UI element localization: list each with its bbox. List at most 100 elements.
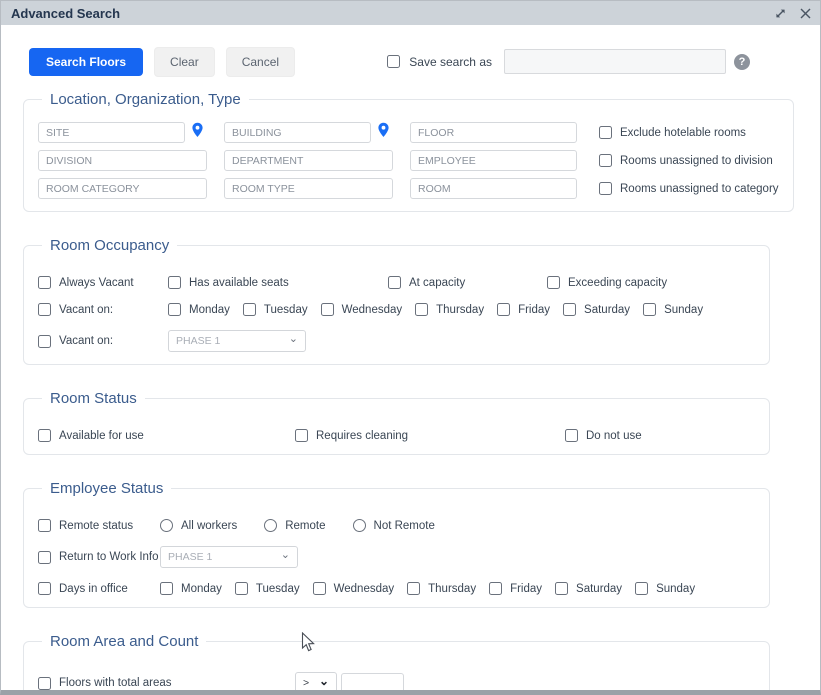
- vacant-wednesday-checkbox[interactable]: Wednesday: [321, 303, 403, 316]
- vacant-phase-select[interactable]: PHASE 1 ⌄: [168, 330, 306, 352]
- has-available-seats-checkbox[interactable]: Has available seats: [168, 276, 388, 289]
- checkbox-icon[interactable]: [643, 303, 656, 316]
- employee-input[interactable]: [410, 150, 577, 171]
- chevron-down-icon: ⌄: [319, 675, 329, 687]
- office-friday-checkbox[interactable]: Friday: [489, 582, 542, 595]
- available-for-use-checkbox[interactable]: Available for use: [38, 429, 295, 442]
- toolbar: Search Floors Clear Cancel Save search a…: [29, 48, 750, 75]
- radio-icon[interactable]: [264, 519, 277, 532]
- vacant-saturday-checkbox[interactable]: Saturday: [563, 303, 630, 316]
- checkbox-icon[interactable]: [565, 429, 578, 442]
- location-pin-icon[interactable]: [377, 122, 390, 143]
- checkbox-icon[interactable]: [497, 303, 510, 316]
- checkbox-icon[interactable]: [38, 276, 51, 289]
- close-icon[interactable]: [799, 7, 812, 20]
- checkbox-icon[interactable]: [38, 582, 51, 595]
- checkbox-icon[interactable]: [38, 429, 51, 442]
- remote-radio[interactable]: Remote: [264, 519, 325, 532]
- checkbox-icon[interactable]: [38, 303, 51, 316]
- checkbox-icon[interactable]: [599, 154, 612, 167]
- department-input[interactable]: [224, 150, 393, 171]
- resize-diagonal-icon[interactable]: [774, 7, 787, 20]
- areas-value-input[interactable]: [341, 673, 404, 694]
- rooms-unassigned-division-checkbox[interactable]: Rooms unassigned to division: [599, 154, 773, 167]
- rooms-unassigned-category-checkbox[interactable]: Rooms unassigned to category: [599, 182, 779, 195]
- checkbox-icon[interactable]: [243, 303, 256, 316]
- chevron-down-icon: ⌄: [281, 550, 290, 561]
- chevron-down-icon: ⌄: [289, 334, 298, 345]
- checkbox-icon[interactable]: [38, 335, 51, 348]
- remote-status-checkbox[interactable]: Remote status: [38, 519, 160, 532]
- vacant-sunday-checkbox[interactable]: Sunday: [643, 303, 703, 316]
- site-input[interactable]: [38, 122, 185, 143]
- checkbox-icon[interactable]: [160, 582, 173, 595]
- checkbox-icon[interactable]: [168, 303, 181, 316]
- office-thursday-checkbox[interactable]: Thursday: [407, 582, 476, 595]
- section-employee-status-legend: Employee Status: [42, 480, 171, 497]
- vacant-thursday-checkbox[interactable]: Thursday: [415, 303, 484, 316]
- room-type-input[interactable]: [224, 178, 393, 199]
- exceeding-capacity-checkbox[interactable]: Exceeding capacity: [547, 276, 667, 289]
- checkbox-icon[interactable]: [599, 182, 612, 195]
- vacant-monday-checkbox[interactable]: Monday: [168, 303, 230, 316]
- save-search-input[interactable]: [504, 49, 726, 74]
- floors-total-areas-checkbox[interactable]: Floors with total areas: [38, 677, 295, 690]
- office-sunday-checkbox[interactable]: Sunday: [635, 582, 695, 595]
- vacant-tuesday-checkbox[interactable]: Tuesday: [243, 303, 308, 316]
- office-tuesday-checkbox[interactable]: Tuesday: [235, 582, 300, 595]
- division-input[interactable]: [38, 150, 207, 171]
- clear-button[interactable]: Clear: [154, 47, 215, 77]
- checkbox-icon[interactable]: [407, 582, 420, 595]
- return-to-work-phase-select[interactable]: PHASE 1 ⌄: [160, 546, 298, 568]
- checkbox-icon[interactable]: [38, 551, 51, 564]
- checkbox-icon[interactable]: [547, 276, 560, 289]
- checkbox-icon[interactable]: [38, 677, 51, 690]
- location-pin-icon[interactable]: [191, 122, 204, 143]
- areas-operator-select[interactable]: > ⌄: [295, 672, 337, 694]
- save-search-label: Save search as: [409, 55, 492, 69]
- checkbox-icon[interactable]: [295, 429, 308, 442]
- advanced-search-dialog: Advanced Search Search Floors Clear Canc…: [0, 0, 821, 695]
- at-capacity-checkbox[interactable]: At capacity: [388, 276, 547, 289]
- titlebar: Advanced Search: [1, 1, 820, 25]
- building-input[interactable]: [224, 122, 371, 143]
- help-icon[interactable]: ?: [734, 54, 750, 70]
- checkbox-icon[interactable]: [555, 582, 568, 595]
- return-to-work-checkbox[interactable]: Return to Work Info: [38, 551, 160, 564]
- vacant-friday-checkbox[interactable]: Friday: [497, 303, 550, 316]
- checkbox-icon[interactable]: [388, 276, 401, 289]
- dialog-title: Advanced Search: [11, 6, 120, 21]
- search-floors-button[interactable]: Search Floors: [29, 48, 143, 76]
- checkbox-icon[interactable]: [168, 276, 181, 289]
- checkbox-icon[interactable]: [599, 126, 612, 139]
- office-wednesday-checkbox[interactable]: Wednesday: [313, 582, 395, 595]
- checkbox-icon[interactable]: [563, 303, 576, 316]
- checkbox-icon[interactable]: [321, 303, 334, 316]
- section-room-status-legend: Room Status: [42, 390, 145, 407]
- not-remote-radio[interactable]: Not Remote: [353, 519, 435, 532]
- checkbox-icon[interactable]: [415, 303, 428, 316]
- days-in-office-checkbox[interactable]: Days in office: [38, 582, 160, 595]
- checkbox-icon[interactable]: [235, 582, 248, 595]
- checkbox-icon[interactable]: [38, 519, 51, 532]
- vacant-on-phase-checkbox[interactable]: Vacant on:: [38, 335, 168, 348]
- radio-icon[interactable]: [160, 519, 173, 532]
- checkbox-icon[interactable]: [489, 582, 502, 595]
- office-saturday-checkbox[interactable]: Saturday: [555, 582, 622, 595]
- do-not-use-checkbox[interactable]: Do not use: [565, 429, 642, 442]
- all-workers-radio[interactable]: All workers: [160, 519, 237, 532]
- save-search-checkbox[interactable]: [387, 55, 400, 68]
- radio-icon[interactable]: [353, 519, 366, 532]
- office-monday-checkbox[interactable]: Monday: [160, 582, 222, 595]
- requires-cleaning-checkbox[interactable]: Requires cleaning: [295, 429, 565, 442]
- always-vacant-checkbox[interactable]: Always Vacant: [38, 276, 168, 289]
- checkbox-icon[interactable]: [313, 582, 326, 595]
- cancel-button[interactable]: Cancel: [226, 47, 295, 77]
- section-room-area-count-legend: Room Area and Count: [42, 633, 206, 650]
- exclude-hotelable-rooms-checkbox[interactable]: Exclude hotelable rooms: [599, 126, 746, 139]
- floor-input[interactable]: [410, 122, 577, 143]
- room-input[interactable]: [410, 178, 577, 199]
- checkbox-icon[interactable]: [635, 582, 648, 595]
- room-category-input[interactable]: [38, 178, 207, 199]
- vacant-on-days-checkbox[interactable]: Vacant on:: [38, 303, 168, 316]
